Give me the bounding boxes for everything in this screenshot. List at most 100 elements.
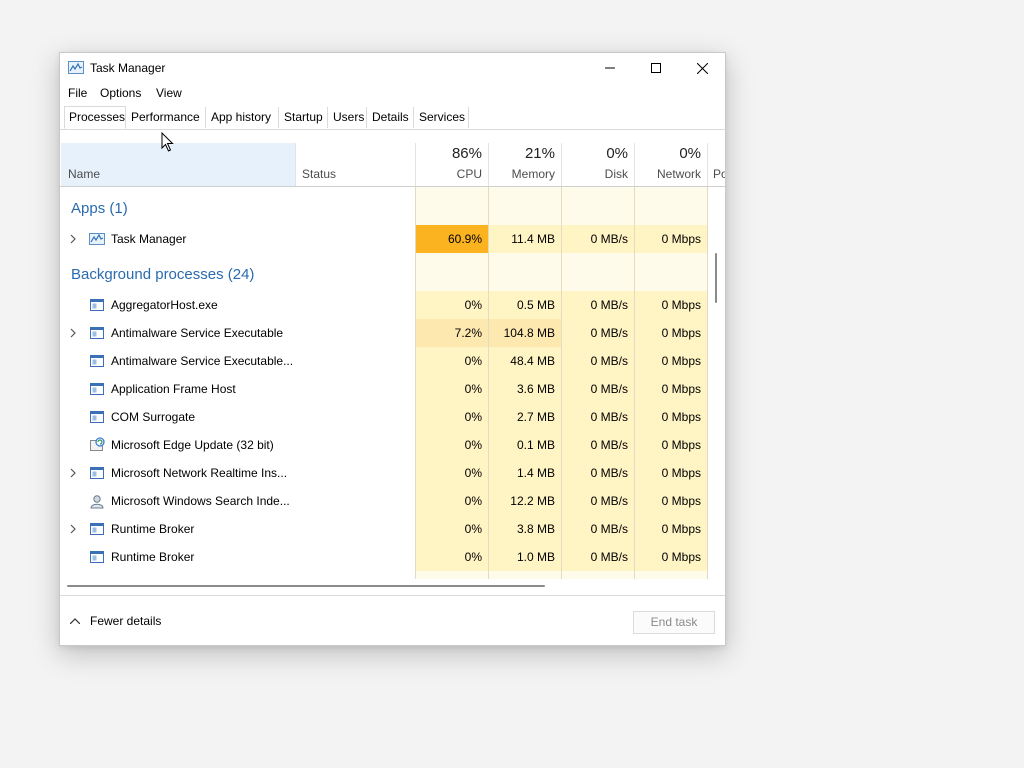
- fewer-details-button[interactable]: Fewer details: [70, 614, 161, 628]
- process-name: Runtime Broker: [111, 522, 195, 536]
- process-memory-cell: 1.4 MB: [489, 459, 561, 487]
- process-memory-cell: 0.1 MB: [489, 431, 561, 459]
- column-header-disk[interactable]: Disk: [562, 167, 628, 181]
- maximize-icon: [651, 63, 661, 73]
- process-row[interactable]: Runtime Broker 0% 3.8 MB 0 MB/s 0 Mbps: [60, 515, 725, 543]
- process-network-cell: 0 Mbps: [635, 291, 707, 319]
- process-name: Microsoft Windows Search Inde...: [111, 494, 290, 508]
- minimize-icon: [605, 67, 615, 69]
- process-memory-cell: 3.8 MB: [489, 515, 561, 543]
- process-network-cell: 0 Mbps: [635, 225, 707, 253]
- app-window-icon: [90, 467, 104, 479]
- process-name: AggregatorHost.exe: [111, 298, 218, 312]
- mouse-cursor-icon: [161, 132, 174, 152]
- chevron-right-icon[interactable]: [68, 524, 78, 534]
- cpu-total-percent[interactable]: 86%: [416, 145, 482, 162]
- chevron-right-icon[interactable]: [68, 234, 78, 244]
- process-disk-cell: 0 MB/s: [562, 431, 634, 459]
- process-row[interactable]: Antimalware Service Executable... 0% 48.4 …: [60, 347, 725, 375]
- process-name: Task Manager: [111, 232, 187, 246]
- fewer-details-label: Fewer details: [90, 614, 162, 628]
- section-background-processes[interactable]: Background processes (24): [71, 266, 254, 283]
- column-header-network[interactable]: Network: [635, 167, 701, 181]
- process-network-cell: 0 Mbps: [635, 319, 707, 347]
- process-cpu-cell: 0%: [416, 347, 488, 375]
- process-row[interactable]: AggregatorHost.exe 0% 0.5 MB 0 MB/s 0 Mbps: [60, 291, 725, 319]
- process-row[interactable]: COM Surrogate 0% 2.7 MB 0 MB/s 0 Mbps: [60, 403, 725, 431]
- column-header-cpu[interactable]: CPU: [416, 167, 482, 181]
- process-memory-cell: 104.8 MB: [489, 319, 561, 347]
- process-cpu-cell: 0%: [416, 515, 488, 543]
- process-memory-cell: 0.5 MB: [489, 291, 561, 319]
- process-row[interactable]: Antimalware Service Executable 7.2% 104.8 …: [60, 319, 725, 347]
- maximize-button[interactable]: [633, 53, 679, 83]
- process-row[interactable]: Task Manager 60.9% 11.4 MB 0 MB/s 0 Mbps: [60, 225, 725, 253]
- app-window-icon: [90, 383, 104, 395]
- process-network-cell: 0 Mbps: [635, 431, 707, 459]
- chevron-right-icon[interactable]: [68, 468, 78, 478]
- process-row[interactable]: Microsoft Windows Search Inde... 0% 12.2 M…: [60, 487, 725, 515]
- column-header-memory[interactable]: Memory: [489, 167, 555, 181]
- process-row[interactable]: Microsoft Network Realtime Ins... 0% 1.4 M…: [60, 459, 725, 487]
- process-network-cell: 0 Mbps: [635, 459, 707, 487]
- process-row[interactable]: Runtime Broker 0% 1.0 MB 0 MB/s 0 Mbps: [60, 543, 725, 571]
- horizontal-scrollbar-thumb[interactable]: [67, 585, 545, 587]
- window-title: Task Manager: [90, 61, 166, 75]
- task-manager-icon: [68, 61, 84, 74]
- vertical-scrollbar[interactable]: [715, 253, 717, 303]
- process-disk-cell: 0 MB/s: [562, 459, 634, 487]
- section-apps[interactable]: Apps (1): [71, 200, 128, 217]
- process-disk-cell: 0 MB/s: [562, 515, 634, 543]
- task-manager-window: Task Manager File Options View Processes…: [59, 52, 726, 646]
- process-cpu-cell: 0%: [416, 487, 488, 515]
- column-header-name[interactable]: Name: [61, 143, 295, 186]
- search-indexer-icon: [90, 495, 104, 509]
- process-network-cell: 0 Mbps: [635, 487, 707, 515]
- network-total-percent[interactable]: 0%: [635, 145, 701, 162]
- process-cpu-cell: 0%: [416, 291, 488, 319]
- process-cpu-cell: 0%: [416, 543, 488, 571]
- tab-processes[interactable]: Processes: [64, 106, 126, 129]
- tab-details[interactable]: Details: [368, 107, 414, 128]
- process-network-cell: 0 Mbps: [635, 543, 707, 571]
- process-cpu-cell: 0%: [416, 459, 488, 487]
- process-memory-cell: 48.4 MB: [489, 347, 561, 375]
- process-cpu-cell: 0%: [416, 403, 488, 431]
- chevron-right-icon[interactable]: [68, 328, 78, 338]
- process-cpu-cell: 7.2%: [416, 319, 488, 347]
- edge-update-icon: [90, 437, 105, 451]
- end-task-button[interactable]: End task: [633, 611, 715, 634]
- disk-total-percent[interactable]: 0%: [562, 145, 628, 162]
- process-network-cell: 0 Mbps: [635, 515, 707, 543]
- process-row[interactable]: Application Frame Host 0% 3.6 MB 0 MB/s 0 Mb…: [60, 375, 725, 403]
- tab-services[interactable]: Services: [415, 107, 469, 128]
- app-window-icon: [90, 355, 104, 367]
- horizontal-scrollbar-track[interactable]: [60, 581, 725, 593]
- column-header-power[interactable]: Po: [713, 167, 725, 181]
- process-disk-cell: 0 MB/s: [562, 225, 634, 253]
- column-header-name-label: Name: [68, 167, 101, 181]
- close-button[interactable]: [679, 53, 725, 83]
- memory-total-percent[interactable]: 21%: [489, 145, 555, 162]
- title-bar[interactable]: Task Manager: [60, 53, 725, 83]
- process-memory-cell: 12.2 MB: [489, 487, 561, 515]
- process-disk-cell: 0 MB/s: [562, 403, 634, 431]
- tab-startup[interactable]: Startup: [280, 107, 328, 128]
- minimize-button[interactable]: [587, 53, 633, 83]
- process-rows: Apps (1) Background processes (24) Task …: [60, 187, 725, 579]
- menu-options[interactable]: Options: [100, 86, 141, 100]
- tab-users[interactable]: Users: [329, 107, 367, 128]
- tab-app-history[interactable]: App history: [207, 107, 279, 128]
- process-row[interactable]: Microsoft Edge Update (32 bit) 0% 0.1 MB 0 …: [60, 431, 725, 459]
- process-grid: Name Status 86% CPU 21% Memory 0% Disk 0…: [60, 143, 725, 579]
- process-memory-cell: 11.4 MB: [489, 225, 561, 253]
- app-window-icon: [90, 523, 104, 535]
- process-network-cell: 0 Mbps: [635, 375, 707, 403]
- tab-performance[interactable]: Performance: [127, 107, 206, 128]
- app-window-icon: [90, 299, 104, 311]
- app-window-icon: [90, 411, 104, 423]
- menu-file[interactable]: File: [68, 86, 87, 100]
- column-header-status[interactable]: Status: [302, 167, 336, 181]
- menu-view[interactable]: View: [156, 86, 182, 100]
- process-disk-cell: 0 MB/s: [562, 543, 634, 571]
